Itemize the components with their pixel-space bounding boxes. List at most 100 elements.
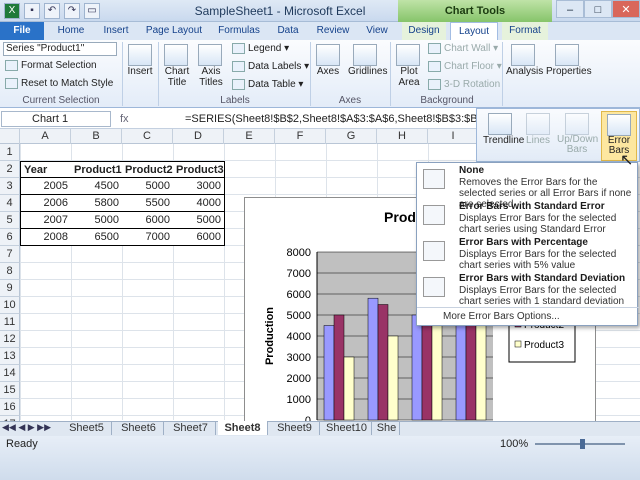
table-cell[interactable]: 5000 [122,178,174,195]
tab-format[interactable]: Format [502,22,548,40]
sheet-tab[interactable]: Sheet6 [114,421,164,435]
sheet-tab[interactable]: Sheet9 [270,421,320,435]
close-button[interactable]: ✕ [612,0,640,18]
insert-function-button[interactable]: fx [120,111,180,127]
tab-design[interactable]: Design [402,22,446,40]
row-header[interactable]: 11 [0,314,20,331]
table-cell[interactable]: 7000 [122,229,174,246]
sheet-tab[interactable]: Sheet5 [62,421,112,435]
row-header[interactable]: 14 [0,365,20,382]
formula-input[interactable]: =SERIES(Sheet8!$B$2,Sheet8!$A$3:$A$6,She… [185,111,485,127]
table-cell[interactable]: 2005 [20,178,72,195]
row-header[interactable]: 10 [0,297,20,314]
column-header[interactable]: G [326,129,377,144]
analysis-button[interactable]: Analysis [506,44,543,77]
zoom-slider-thumb[interactable] [580,439,585,449]
table-cell[interactable]: 2008 [20,229,72,246]
properties-button[interactable]: Properties [546,44,592,77]
gridlines-button[interactable]: Gridlines [348,44,387,77]
table-header-cell[interactable]: Year [20,161,72,178]
table-cell[interactable]: 6500 [71,229,123,246]
row-header[interactable]: 1 [0,144,20,161]
tab-view[interactable]: View [360,22,394,40]
table-cell[interactable]: 5800 [71,195,123,212]
row-header[interactable]: 7 [0,246,20,263]
insert-button[interactable]: Insert [127,44,154,77]
save-icon[interactable]: ▪ [24,3,40,19]
sheet-tab[interactable]: Sheet10 [322,421,372,435]
data-labels-button[interactable]: Data Labels ▾ [232,61,309,72]
chart-element-dropdown[interactable]: Series "Product1" [3,42,117,56]
table-cell[interactable]: 2007 [20,212,72,229]
column-header[interactable]: E [224,129,275,144]
tab-layout[interactable]: Layout [450,22,498,41]
chart-wall-button[interactable]: Chart Wall ▾ [428,43,498,54]
tab-home[interactable]: Home [50,22,92,40]
table-header-cell[interactable]: Product2 [122,161,174,178]
menu-item-standard-error[interactable]: Error Bars with Standard Error Displays … [417,199,639,235]
row-header[interactable]: 5 [0,212,20,229]
tab-formulas[interactable]: Formulas [214,22,264,40]
chart-title-button[interactable]: Chart Title [164,44,190,88]
format-selection-button[interactable]: Format Selection [5,60,97,71]
undo-icon[interactable]: ↶ [44,3,60,19]
tab-insert[interactable]: Insert [96,22,136,40]
column-header[interactable]: F [275,129,326,144]
row-header[interactable]: 2 [0,161,20,178]
table-cell[interactable]: 5000 [71,212,123,229]
table-cell[interactable]: 6000 [122,212,174,229]
column-header[interactable]: B [71,129,122,144]
row-header[interactable]: 3 [0,178,20,195]
legend-button[interactable]: Legend ▾ [232,43,289,54]
tab-data[interactable]: Data [270,22,306,40]
column-header[interactable]: I [428,129,479,144]
chart-floor-button[interactable]: Chart Floor ▾ [428,61,502,72]
table-cell[interactable]: 4500 [71,178,123,195]
column-header[interactable]: H [377,129,428,144]
zoom-level[interactable]: 100% [500,438,528,450]
name-box[interactable]: Chart 1 [1,111,111,127]
column-header[interactable]: C [122,129,173,144]
table-cell[interactable]: 5000 [173,212,225,229]
axes-button[interactable]: Axes [316,44,340,77]
row-header[interactable]: 13 [0,348,20,365]
row-header[interactable]: 6 [0,229,20,246]
column-header[interactable]: D [173,129,224,144]
reset-to-match-style-button[interactable]: Reset to Match Style [5,78,113,89]
row-header[interactable]: 12 [0,331,20,348]
row-header[interactable]: 8 [0,263,20,280]
redo-icon[interactable]: ↷ [64,3,80,19]
more-error-bars-options[interactable]: More Error Bars Options... [443,311,560,322]
trendline-button[interactable]: Trendline [483,113,524,146]
updown-bars-button[interactable]: Up/Down Bars [557,113,598,155]
row-header[interactable]: 15 [0,382,20,399]
table-cell[interactable]: 6000 [173,229,225,246]
tab-page-layout[interactable]: Page Layout [142,22,206,40]
table-cell[interactable]: 5500 [122,195,174,212]
sheet-tab[interactable]: Sheet8 [218,421,268,435]
row-header[interactable]: 9 [0,280,20,297]
data-table-button[interactable]: Data Table ▾ [232,79,303,90]
table-header-cell[interactable]: Product3 [173,161,225,178]
menu-item-none[interactable]: None Removes the Error Bars for the sele… [417,163,639,210]
sheet-tab[interactable]: Sheet7 [166,421,216,435]
folder-icon[interactable]: ▭ [84,3,100,19]
maximize-button[interactable]: □ [584,0,612,18]
table-header-cell[interactable]: Product1 [71,161,123,178]
minimize-button[interactable]: – [556,0,584,18]
table-cell[interactable]: 3000 [173,178,225,195]
plot-area-button[interactable]: Plot Area [396,44,422,88]
excel-logo-icon[interactable]: X [4,3,20,19]
sheet-nav-arrows-icon[interactable]: ◀◀ ◀ ▶ ▶▶ [2,422,51,433]
axis-titles-button[interactable]: Axis Titles [198,44,224,88]
table-cell[interactable]: 2006 [20,195,72,212]
tab-review[interactable]: Review [312,22,354,40]
row-header[interactable]: 16 [0,399,20,416]
select-all-corner[interactable] [0,129,20,144]
row-header[interactable]: 4 [0,195,20,212]
sheet-tab[interactable]: She [374,421,400,435]
column-header[interactable]: A [20,129,71,144]
menu-item-standard-deviation[interactable]: Error Bars with Standard Deviation Displ… [417,271,639,307]
tab-file[interactable]: File [0,22,44,40]
menu-item-percentage[interactable]: Error Bars with Percentage Displays Erro… [417,235,639,271]
